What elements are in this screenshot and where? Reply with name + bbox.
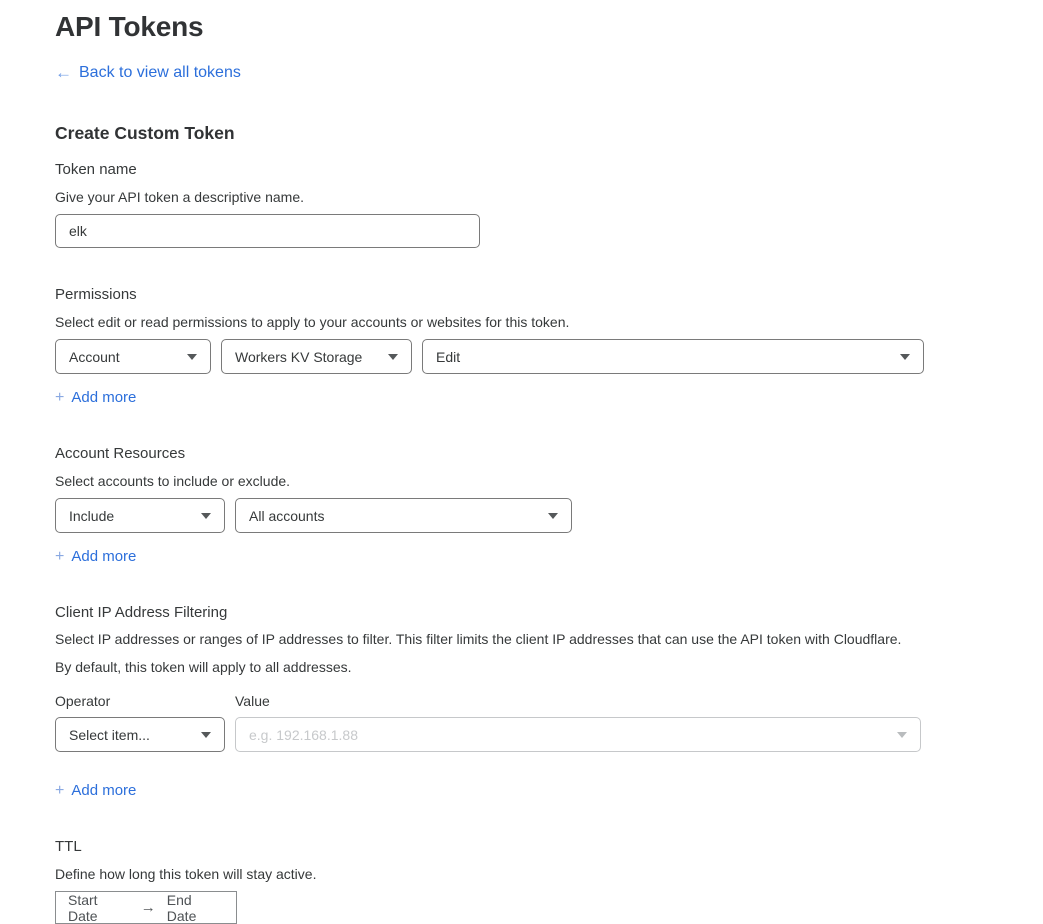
permission-group-value: Workers KV Storage xyxy=(235,349,362,365)
account-include-value: Include xyxy=(69,508,114,524)
chevron-down-icon xyxy=(548,513,558,519)
end-date-label: End Date xyxy=(167,892,224,924)
permissions-row: Account Workers KV Storage Edit xyxy=(55,339,924,374)
account-resources-help: Select accounts to include or exclude. xyxy=(55,472,1043,490)
ip-value-input[interactable] xyxy=(249,727,887,743)
account-target-value: All accounts xyxy=(249,508,324,524)
plus-icon: + xyxy=(55,781,64,800)
account-resources-label: Account Resources xyxy=(55,444,1043,463)
permissions-label: Permissions xyxy=(55,285,1043,304)
api-tokens-page: API Tokens ← Back to view all tokens Cre… xyxy=(0,0,1043,924)
account-resources-row: Include All accounts xyxy=(55,498,924,533)
ip-filtering-row: Select item... xyxy=(55,717,924,752)
token-name-label: Token name xyxy=(55,160,1043,179)
ip-filtering-label: Client IP Address Filtering xyxy=(55,603,1043,622)
ip-operator-value: Select item... xyxy=(69,727,150,743)
permission-scope-select[interactable]: Account xyxy=(55,339,211,374)
permission-level-value: Edit xyxy=(436,349,460,365)
form-heading: Create Custom Token xyxy=(55,123,1043,144)
token-name-input[interactable] xyxy=(55,214,480,248)
value-column-label: Value xyxy=(235,693,270,709)
chevron-down-icon xyxy=(897,732,907,738)
permission-level-select[interactable]: Edit xyxy=(422,339,924,374)
chevron-down-icon xyxy=(388,354,398,360)
back-arrow-icon: ← xyxy=(55,63,72,83)
ttl-date-range-picker[interactable]: Start Date → End Date xyxy=(55,891,237,924)
start-date-label: Start Date xyxy=(68,892,130,924)
chevron-down-icon xyxy=(900,354,910,360)
ttl-label: TTL xyxy=(55,837,1043,856)
ip-filtering-help: Select IP addresses or ranges of IP addr… xyxy=(55,625,920,681)
plus-icon: + xyxy=(55,547,64,566)
permission-group-select[interactable]: Workers KV Storage xyxy=(221,339,412,374)
chevron-down-icon xyxy=(201,513,211,519)
operator-column-label: Operator xyxy=(55,693,235,709)
account-target-select[interactable]: All accounts xyxy=(235,498,572,533)
add-more-label: Add more xyxy=(71,388,136,407)
add-more-ip-filter-link[interactable]: + Add more xyxy=(55,781,136,800)
ip-operator-select[interactable]: Select item... xyxy=(55,717,225,752)
arrow-right-icon: → xyxy=(141,899,156,916)
back-link[interactable]: ← Back to view all tokens xyxy=(55,63,241,83)
add-more-permissions-link[interactable]: + Add more xyxy=(55,388,136,407)
permissions-help: Select edit or read permissions to apply… xyxy=(55,313,1043,331)
chevron-down-icon xyxy=(187,354,197,360)
ip-value-field[interactable] xyxy=(235,717,921,752)
ttl-help: Define how long this token will stay act… xyxy=(55,865,1043,883)
page-title: API Tokens xyxy=(55,8,1043,46)
add-more-label: Add more xyxy=(71,781,136,800)
account-include-select[interactable]: Include xyxy=(55,498,225,533)
chevron-down-icon xyxy=(201,732,211,738)
add-more-account-resources-link[interactable]: + Add more xyxy=(55,547,136,566)
add-more-label: Add more xyxy=(71,547,136,566)
back-link-label: Back to view all tokens xyxy=(79,63,241,83)
plus-icon: + xyxy=(55,388,64,407)
permission-scope-value: Account xyxy=(69,349,120,365)
token-name-help: Give your API token a descriptive name. xyxy=(55,188,1043,206)
ip-filtering-column-labels: Operator Value xyxy=(55,693,1043,709)
